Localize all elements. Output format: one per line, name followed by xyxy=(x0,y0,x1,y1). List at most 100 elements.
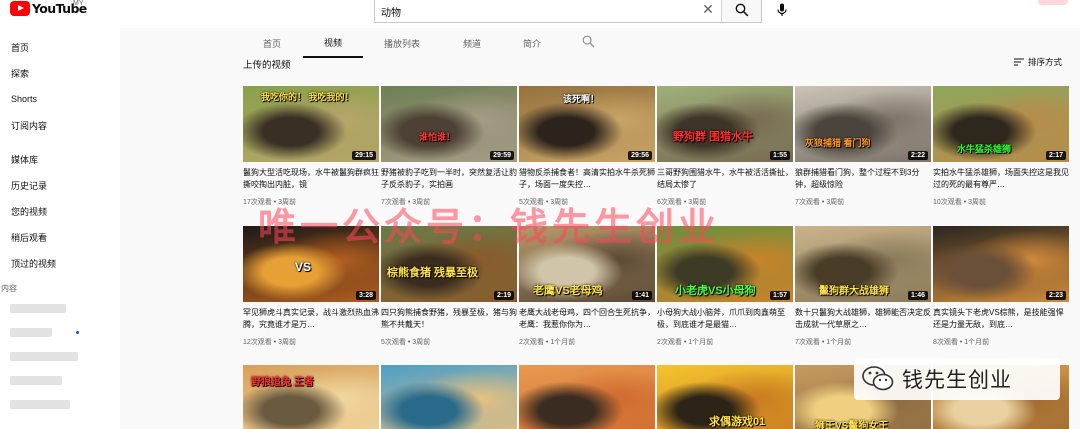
thumbnail-caption: 狮王VS鬣狗女王 xyxy=(815,421,889,429)
sidebar-item-home[interactable]: 首页 xyxy=(0,34,118,60)
video-meta: 2次观看 • 1个月前 xyxy=(519,337,655,347)
video-card[interactable]: 野狗群 围猎水牛 1:55 三哥野狗围猎水牛，水牛被活活撕扯，结局太惨了 6次观看 •… xyxy=(657,86,793,207)
tab-channels[interactable]: 频道 xyxy=(452,29,492,58)
thumbnail-image xyxy=(381,365,517,429)
thumbnail-caption: 灰狼捕猎 看门狗 xyxy=(805,138,871,148)
duration-badge: 2:17 xyxy=(1045,151,1066,160)
tab-about[interactable]: 简介 xyxy=(512,29,552,58)
video-thumbnail[interactable]: 我吃你的！ 我吃我的！ 29:15 xyxy=(243,86,379,162)
video-title[interactable]: 野猪被豹子吃到一半时，突然复活让豹子反杀豹子，实拍画 xyxy=(381,167,517,191)
new-content-dot xyxy=(76,330,79,334)
sort-label: 排序方式 xyxy=(1028,57,1063,67)
region-label: MY xyxy=(73,0,84,7)
video-card[interactable]: 求偶游戏01 xyxy=(657,365,793,429)
view-count: 7次观看 xyxy=(795,199,820,206)
video-thumbnail[interactable]: 野狗群 围猎水牛 1:55 xyxy=(657,86,793,162)
subscription-item[interactable] xyxy=(0,344,118,368)
sort-button[interactable]: 排序方式 xyxy=(1014,56,1062,68)
video-meta: 7次观看 • 1个月前 xyxy=(795,337,931,347)
video-title[interactable]: 老鹰大战老母鸡，四个回合生死抗争，老鹰：我惹你你为… xyxy=(519,307,655,331)
video-card[interactable] xyxy=(381,365,517,429)
wechat-badge: 钱先生创业 xyxy=(854,358,1060,400)
video-title[interactable]: 数十只鬣狗大战雄狮，雄狮能否决定反击成就一代草原之… xyxy=(795,307,931,331)
sidebar-item-explore[interactable]: 探索 xyxy=(0,60,118,86)
video-thumbnail[interactable] xyxy=(381,365,517,429)
watermark-text: 唯一公众号：钱先生创业 xyxy=(258,207,721,249)
video-thumbnail[interactable]: 2:23 xyxy=(933,226,1069,302)
sidebar-item-your-videos[interactable]: 您的视频 xyxy=(0,198,118,224)
video-thumbnail[interactable]: 野狼追兔 王者 xyxy=(243,365,379,429)
clear-icon[interactable]: ✕ xyxy=(695,0,721,22)
thumbnail-image xyxy=(519,365,655,429)
video-thumbnail[interactable]: 鬣狗群大战雄狮 1:46 xyxy=(795,226,931,302)
sidebar-item-subscriptions[interactable]: 订阅内容 xyxy=(0,112,118,138)
thumbnail-caption: 水牛猛杀雄狮 xyxy=(957,144,1012,154)
video-card[interactable]: 我吃你的！ 我吃我的！ 29:15 鬣狗大型活吃现场，水牛被鬣狗群疯狂撕咬掏出内脏，… xyxy=(243,86,379,207)
duration-badge: 1:55 xyxy=(769,151,790,160)
video-card[interactable]: 谁怕谁！ 29:59 野猪被豹子吃到一半时，突然复活让豹子反杀豹子，实拍画 7次观看 … xyxy=(381,86,517,207)
sidebar-item-library[interactable]: 媒体库 xyxy=(0,146,118,172)
sidebar-item-shorts[interactable]: Shorts xyxy=(0,86,118,112)
thumbnail-caption: 我吃你的！ 我吃我的！ xyxy=(261,92,354,102)
view-count: 12次观看 xyxy=(243,339,272,346)
duration-badge: 29:15 xyxy=(352,151,376,160)
video-title[interactable]: 三哥野狗围猎水牛，水牛被活活撕扯，结局太惨了 xyxy=(657,167,793,191)
search-button[interactable] xyxy=(721,0,761,22)
wechat-badge-text: 钱先生创业 xyxy=(902,369,1012,392)
voice-search-button[interactable] xyxy=(770,0,794,22)
thumbnail-caption: 求偶游戏01 xyxy=(709,416,766,428)
tab-videos[interactable]: 视频 xyxy=(303,29,363,58)
tab-playlists[interactable]: 播放列表 xyxy=(374,29,430,58)
video-card[interactable]: 野狼追兔 王者 xyxy=(243,365,379,429)
video-title[interactable]: 实拍水牛猛杀雄狮，场面失控这是我见过的死的最有尊严… xyxy=(933,167,1069,191)
duration-badge: 3:28 xyxy=(355,291,376,300)
thumbnail-caption: 老鹰VS老母鸡 xyxy=(533,285,603,297)
search-input[interactable]: 动物 xyxy=(375,0,695,22)
duration-badge: 2:23 xyxy=(1045,291,1066,300)
view-count: 7次观看 xyxy=(795,339,820,346)
sidebar-item-history[interactable]: 历史记录 xyxy=(0,172,118,198)
video-card[interactable]: 灰狼捕猎 看门狗 2:22 狼群捕猎看门狗，整个过程不到3分钟，超级惊险 7次观看 •… xyxy=(795,86,931,207)
sidebar: 首页 探索 Shorts 订阅内容 媒体库 历史记录 您的视频 稍后观看 顶过的… xyxy=(0,34,118,429)
video-title[interactable]: 小母狗大战小脑斧，爪爪到肉鑫萌至极，到底谁才是最猫… xyxy=(657,307,793,331)
duration-badge: 1:46 xyxy=(907,291,928,300)
video-title[interactable]: 鬣狗大型活吃现场，水牛被鬣狗群疯狂撕咬掏出内脏，镜 xyxy=(243,167,379,191)
sidebar-divider xyxy=(0,138,118,146)
search-icon xyxy=(735,3,748,16)
subscription-item[interactable] xyxy=(0,392,118,416)
account-button[interactable] xyxy=(1038,0,1068,5)
subscription-item[interactable] xyxy=(0,368,118,392)
video-thumbnail[interactable] xyxy=(519,365,655,429)
video-thumbnail[interactable]: 该死啊！ 29:56 xyxy=(519,86,655,162)
video-title[interactable]: 四只狗熊捕食野猪，残暴至极，猪与狗熊不共戴天！ xyxy=(381,307,517,331)
upload-time: 3周前 xyxy=(968,199,987,206)
wechat-icon xyxy=(862,366,894,391)
duration-badge: 29:59 xyxy=(490,151,514,160)
video-title[interactable]: 真实镜头下老虎VS棕熊，是技能强悍还是力量无敌，到底… xyxy=(933,307,1069,331)
video-title[interactable]: 猎物反杀捕食者！高清实拍水牛杀死狮子，场面一度失控… xyxy=(519,167,655,191)
video-title[interactable]: 罕见狮虎斗真实记录，战斗激烈热血沸腾，究竟谁才是万… xyxy=(243,307,379,331)
thumbnail-caption: 小老虎VS小母狗 xyxy=(675,285,756,297)
video-card[interactable]: 2:23 真实镜头下老虎VS棕熊，是技能强悍还是力量无敌，到底… 8次观看 • 1个… xyxy=(933,226,1069,347)
view-count: 2次观看 xyxy=(519,339,544,346)
upload-time: 1个月前 xyxy=(550,339,576,346)
view-count: 10次观看 xyxy=(933,199,962,206)
view-count: 8次观看 xyxy=(933,339,958,346)
subscription-item[interactable] xyxy=(0,320,118,344)
video-thumbnail[interactable]: 水牛猛杀雄狮 2:17 xyxy=(933,86,1069,162)
video-thumbnail[interactable]: 灰狼捕猎 看门狗 2:22 xyxy=(795,86,931,162)
subscription-item[interactable] xyxy=(0,296,118,320)
video-card[interactable] xyxy=(519,365,655,429)
channel-search-button[interactable] xyxy=(582,35,595,53)
sidebar-item-liked-videos[interactable]: 顶过的视频 xyxy=(0,250,118,276)
video-thumbnail[interactable]: 谁怕谁！ 29:59 xyxy=(381,86,517,162)
sidebar-item-watch-later[interactable]: 稍后观看 xyxy=(0,224,118,250)
video-meta: 2次观看 • 1个月前 xyxy=(657,337,793,347)
video-card[interactable]: 该死啊！ 29:56 猎物反杀捕食者！高清实拍水牛杀死狮子，场面一度失控… 5次观看 … xyxy=(519,86,655,207)
video-meta: 5次观看 • 3周前 xyxy=(381,337,517,347)
video-card[interactable]: 水牛猛杀雄狮 2:17 实拍水牛猛杀雄狮，场面失控这是我见过的死的最有尊严… 10次观… xyxy=(933,86,1069,207)
video-thumbnail[interactable]: 求偶游戏01 xyxy=(657,365,793,429)
video-title[interactable]: 狼群捕猎看门狗，整个过程不到3分钟，超级惊险 xyxy=(795,167,931,191)
video-card[interactable]: 鬣狗群大战雄狮 1:46 数十只鬣狗大战雄狮，雄狮能否决定反击成就一代草原之… 7次观… xyxy=(795,226,931,347)
tab-home[interactable]: 首页 xyxy=(252,29,292,58)
